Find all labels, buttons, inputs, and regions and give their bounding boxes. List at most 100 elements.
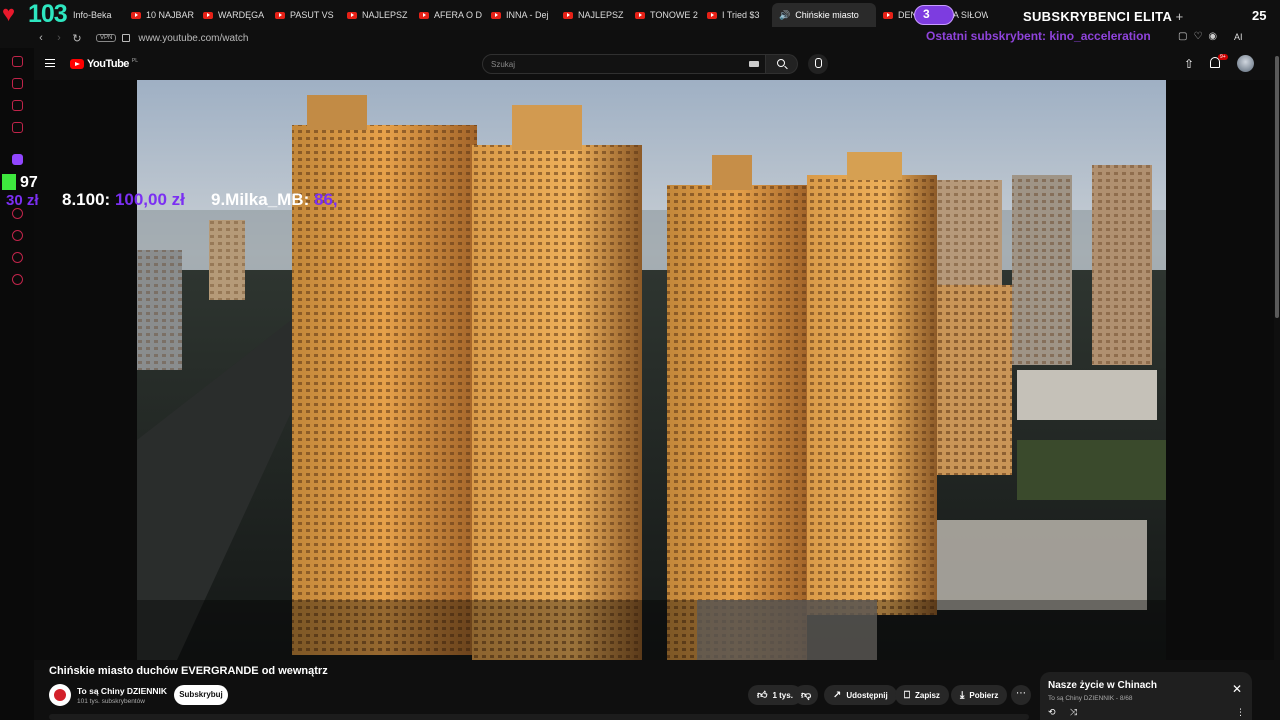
youtube-play-icon <box>70 59 84 69</box>
keyboard-icon[interactable] <box>749 61 759 67</box>
tab-label: PASUT VS <box>290 10 334 20</box>
search-input[interactable]: Szukaj <box>482 54 766 74</box>
sidebar-app-icon[interactable] <box>12 78 23 89</box>
browser-tab[interactable]: AFERA O D <box>412 3 484 27</box>
download-icon: ⤓ <box>960 689 965 701</box>
channel-subscribers: 101 tys. subskrybentów <box>77 698 145 705</box>
sub-goal-total: 25 <box>1252 8 1267 23</box>
address-bar: ‹ › ↻ VPN www.youtube.com/watch <box>0 28 1280 48</box>
donation-name: 8.100: <box>62 190 111 209</box>
tab-label: I Tried $3 <box>722 10 760 20</box>
search-placeholder: Szukaj <box>491 60 516 69</box>
voice-search-button[interactable] <box>808 54 828 74</box>
download-label: Pobierz <box>969 690 999 700</box>
vpn-badge[interactable]: VPN <box>96 34 117 42</box>
browser-tab[interactable]: DEN <box>876 3 916 27</box>
back-icon[interactable]: ‹ <box>32 32 50 44</box>
sidebar-app-icon[interactable] <box>12 100 23 111</box>
channel-name[interactable]: To są Chiny DZIENNIK <box>77 686 167 696</box>
reload-icon[interactable]: ↻ <box>68 32 86 45</box>
forward-icon[interactable]: › <box>50 32 68 44</box>
tab-label: INNA - Dej <box>506 10 549 20</box>
share-button[interactable]: ↗ Udostępnij <box>824 685 897 705</box>
speaker-icon: 🔊 <box>779 9 791 20</box>
extension-icon[interactable]: ▢ <box>1178 31 1193 42</box>
browser-toolbar-icons: ▢♡◉ <box>1178 31 1223 42</box>
browser-tab[interactable]: WARDĘGA <box>196 3 268 27</box>
browser-tab[interactable]: NAJLEPSZ <box>340 3 412 27</box>
sub-goal-label: SUBSKRYBENCI ELITA <box>1023 9 1172 24</box>
sidebar-app-icon[interactable] <box>12 122 23 133</box>
share-label: Udostępnij <box>846 690 888 700</box>
share-icon: ↗ <box>833 689 842 701</box>
loop-icon[interactable]: ⟲ <box>1048 707 1056 718</box>
browser-tab[interactable]: 10 NAJBAR <box>124 3 196 27</box>
heart-icon: ♥ <box>2 1 16 26</box>
video-player[interactable] <box>34 80 1274 660</box>
shuffle-icon[interactable]: ⤨ <box>1070 707 1077 718</box>
browser-tab[interactable]: I Tried $3 <box>700 3 772 27</box>
scrollbar-thumb[interactable] <box>1275 56 1279 318</box>
youtube-icon <box>275 11 285 19</box>
ai-button[interactable]: AI <box>1234 32 1243 42</box>
youtube-icon <box>347 11 357 19</box>
playlist-title[interactable]: Nasze życie w Chinach <box>1048 680 1157 691</box>
thumbs-down-icon: 👎︎ <box>801 690 812 701</box>
thumbs-up-icon: 👍︎ <box>757 690 768 701</box>
donation-amount-left: 30 zł <box>6 192 39 209</box>
tab-label: AFERA O D <box>434 10 483 20</box>
bookmark-icon[interactable]: ♡ <box>1193 31 1208 42</box>
browser-tab[interactable]: INNA - Dej <box>484 3 556 27</box>
channel-avatar[interactable] <box>49 684 71 706</box>
more-icon[interactable]: ⋮ <box>1236 707 1245 718</box>
video-scene-illustration <box>137 80 1166 660</box>
description-box[interactable] <box>49 714 1029 720</box>
youtube-logo[interactable]: YouTube PL <box>70 58 138 70</box>
more-actions-button[interactable]: ⋯ <box>1011 685 1031 705</box>
save-button[interactable]: ⎕ Zapisz <box>895 685 949 705</box>
dislike-button[interactable]: 👎︎ <box>794 685 819 705</box>
video-title: Chińskie miasto duchów EVERGRANDE od wew… <box>49 665 328 677</box>
settings-icon[interactable] <box>12 274 23 285</box>
playlist-panel: Nasze życie w Chinach To są Chiny DZIENN… <box>1040 672 1252 720</box>
search-button[interactable] <box>766 54 798 74</box>
tab-label: Chińskie miasto <box>795 10 859 20</box>
account-icon[interactable]: ◉ <box>1208 31 1223 42</box>
browser-tab[interactable]: NAJLEPSZ <box>556 3 628 27</box>
browser-tab[interactable]: Info-Beka <box>66 3 124 27</box>
sub-goal-title: SUBSKRYBENCI ELITA + <box>1023 9 1183 24</box>
browser-sidebar <box>0 48 34 720</box>
sub-goal-plus: + <box>1175 9 1184 24</box>
browser-tab[interactable]: TONOWE 2 <box>628 3 700 27</box>
lock-icon[interactable] <box>122 34 131 42</box>
sidebar-app-icon[interactable] <box>12 56 23 67</box>
avatar[interactable] <box>1237 55 1254 72</box>
close-icon[interactable]: ✕ <box>1232 682 1242 696</box>
save-label: Zapisz <box>915 690 940 700</box>
tab-label: NAJLEPSZ <box>362 10 408 20</box>
tab-label: WARDĘGA <box>218 10 265 20</box>
sidebar-app-icon[interactable] <box>12 208 23 219</box>
url-field[interactable]: www.youtube.com/watch <box>138 33 248 44</box>
twitch-icon[interactable] <box>12 154 23 165</box>
tab-label: TA SIŁOW <box>948 10 988 20</box>
subscribe-button[interactable]: Subskrybuj <box>174 685 228 705</box>
bookmark-icon: ⎕ <box>904 689 910 701</box>
history-icon[interactable] <box>12 230 23 241</box>
menu-icon[interactable] <box>45 59 55 67</box>
kick-icon <box>2 174 16 190</box>
browser-tab-active[interactable]: 🔊 Chińskie miasto <box>772 3 876 27</box>
browser-tab[interactable]: PASUT VS <box>268 3 340 27</box>
tab-label: NAJLEPSZ <box>578 10 624 20</box>
page-scrollbar[interactable] <box>1274 48 1280 720</box>
upload-icon[interactable]: ⇧ <box>1184 57 1194 71</box>
hearts-counter: 103 <box>28 0 68 28</box>
search-icon <box>777 59 785 67</box>
download-button[interactable]: ⤓ Pobierz <box>951 685 1008 705</box>
tab-label: 10 NAJBAR <box>146 10 195 20</box>
video-frame[interactable] <box>137 80 1166 660</box>
sidebar-app-icon[interactable] <box>12 252 23 263</box>
donation-entry: 8.100: 100,00 zł <box>62 190 185 210</box>
playlist-subtitle: To są Chiny DZIENNIK - 8/68 <box>1048 695 1133 702</box>
youtube-icon <box>707 11 717 19</box>
